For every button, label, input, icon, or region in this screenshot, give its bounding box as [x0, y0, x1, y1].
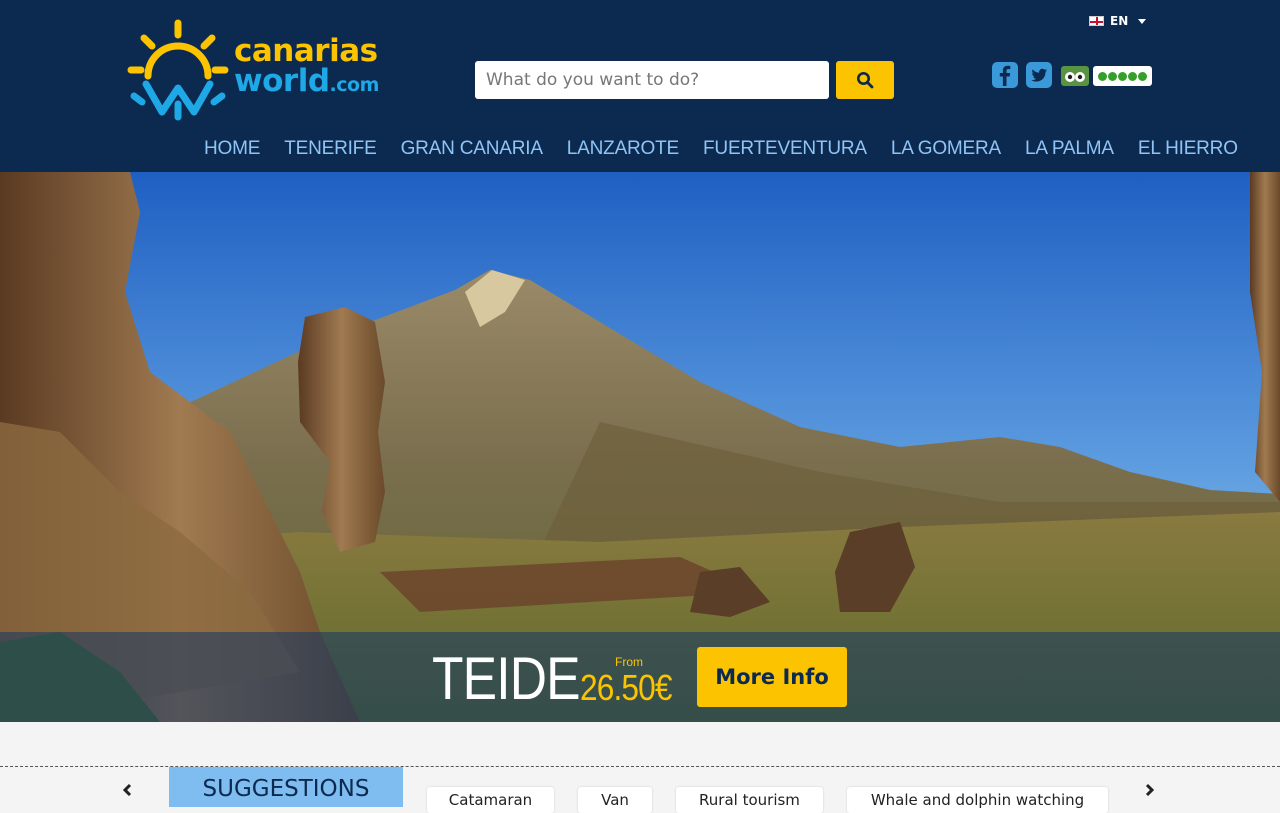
- rating-dot: [1108, 71, 1117, 81]
- site-header: canarias world.com EN What do you want t…: [0, 0, 1280, 172]
- chevron-right-glyph: [1145, 783, 1155, 797]
- caret-down-icon: [1138, 18, 1147, 24]
- nav-item-lanzarote[interactable]: LANZAROTE: [567, 138, 679, 160]
- logo-line2: world.com: [234, 66, 379, 100]
- twitter-glyph: [1031, 68, 1047, 82]
- hero-title: TEIDE: [432, 645, 581, 712]
- rating-dot: [1138, 71, 1147, 81]
- suggestions-tab[interactable]: SUGGESTIONS: [169, 767, 403, 807]
- facebook-icon[interactable]: [992, 62, 1018, 88]
- facebook-glyph: [999, 65, 1011, 86]
- logo-line1: canarias: [234, 33, 378, 69]
- tripadvisor-rating-icon[interactable]: [1093, 66, 1152, 86]
- chevron-left-glyph: [122, 783, 132, 797]
- tripadvisor-icon[interactable]: [1061, 66, 1089, 86]
- rating-dot: [1098, 71, 1107, 81]
- chevron-left-icon[interactable]: [120, 782, 134, 798]
- suggestion-chip-whale-watching[interactable]: Whale and dolphin watching: [847, 787, 1108, 813]
- nav-item-la-gomera[interactable]: LA GOMERA: [891, 138, 1001, 160]
- hero-price: 26.50€: [580, 667, 672, 708]
- search-button[interactable]: [836, 61, 894, 99]
- nav-item-el-hierro[interactable]: EL HIERRO: [1138, 138, 1238, 160]
- language-label: EN: [1110, 14, 1129, 28]
- logo-line2-text: world: [234, 63, 330, 99]
- nav-item-home[interactable]: HOME: [204, 138, 260, 160]
- rating-dot: [1128, 71, 1137, 81]
- logo-wordmark: canarias world.com: [234, 36, 379, 100]
- tripadvisor-owl-glyph: [1065, 72, 1085, 82]
- search-input[interactable]: [475, 61, 829, 99]
- sun-logo-icon: [127, 19, 229, 121]
- site-logo[interactable]: canarias world.com: [126, 18, 386, 122]
- more-info-button[interactable]: More Info: [697, 647, 847, 707]
- rating-dot: [1118, 71, 1127, 81]
- nav-item-la-palma[interactable]: LA PALMA: [1025, 138, 1114, 160]
- nav-item-tenerife[interactable]: TENERIFE: [284, 138, 377, 160]
- suggestion-chip-catamaran[interactable]: Catamaran: [427, 787, 554, 813]
- main-nav: HOME TENERIFE GRAN CANARIA LANZAROTE FUE…: [204, 138, 1262, 160]
- nav-item-fuerteventura[interactable]: FUERTEVENTURA: [703, 138, 867, 160]
- language-selector[interactable]: EN: [1089, 14, 1147, 28]
- search-icon: [857, 72, 874, 89]
- suggestion-chip-rural-tourism[interactable]: Rural tourism: [676, 787, 823, 813]
- nav-item-gran-canaria[interactable]: GRAN CANARIA: [401, 138, 543, 160]
- suggestion-chip-van[interactable]: Van: [578, 787, 652, 813]
- chevron-right-icon[interactable]: [1143, 782, 1157, 798]
- twitter-icon[interactable]: [1026, 62, 1052, 88]
- uk-flag-icon: [1089, 16, 1104, 26]
- logo-suffix: .com: [329, 74, 380, 96]
